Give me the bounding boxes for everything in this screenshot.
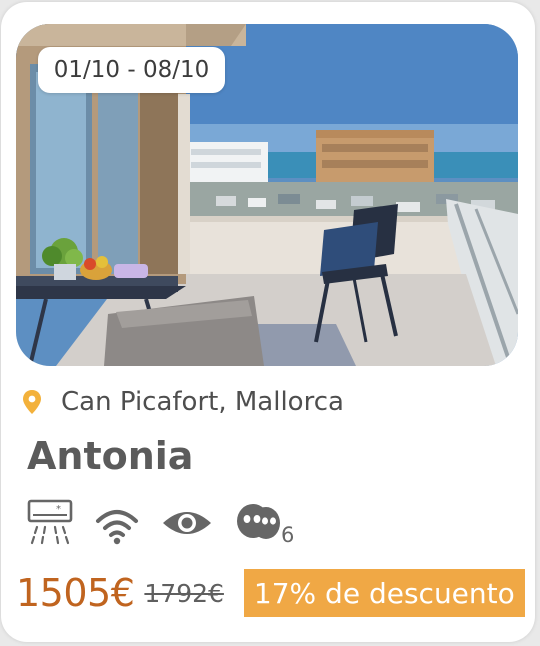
amenities-row: * 6: [27, 499, 301, 554]
discount-badge: 17% de descuento: [243, 569, 525, 617]
listing-card[interactable]: 01/10 - 08/10 Can Picafort, Mallorca Ant…: [1, 2, 535, 642]
price-row: 1505€ 1792€ 17% de descuento: [16, 567, 525, 619]
sea-view-icon: [163, 512, 211, 534]
listing-title[interactable]: Antonia: [27, 434, 193, 478]
air-conditioning-icon: *: [27, 499, 73, 545]
current-price: 1505€: [16, 571, 135, 615]
original-price: 1792€: [144, 578, 224, 608]
wifi-icon: [96, 510, 138, 545]
svg-text:*: *: [56, 504, 61, 515]
guests-icon: [237, 504, 280, 539]
guests-count: 6: [281, 523, 295, 547]
map-pin-icon: [23, 390, 41, 414]
location-row: Can Picafort, Mallorca: [21, 382, 344, 422]
location-label: Can Picafort, Mallorca: [61, 387, 344, 417]
guests-capacity: 6: [235, 499, 301, 554]
date-range-badge: 01/10 - 08/10: [38, 47, 225, 93]
